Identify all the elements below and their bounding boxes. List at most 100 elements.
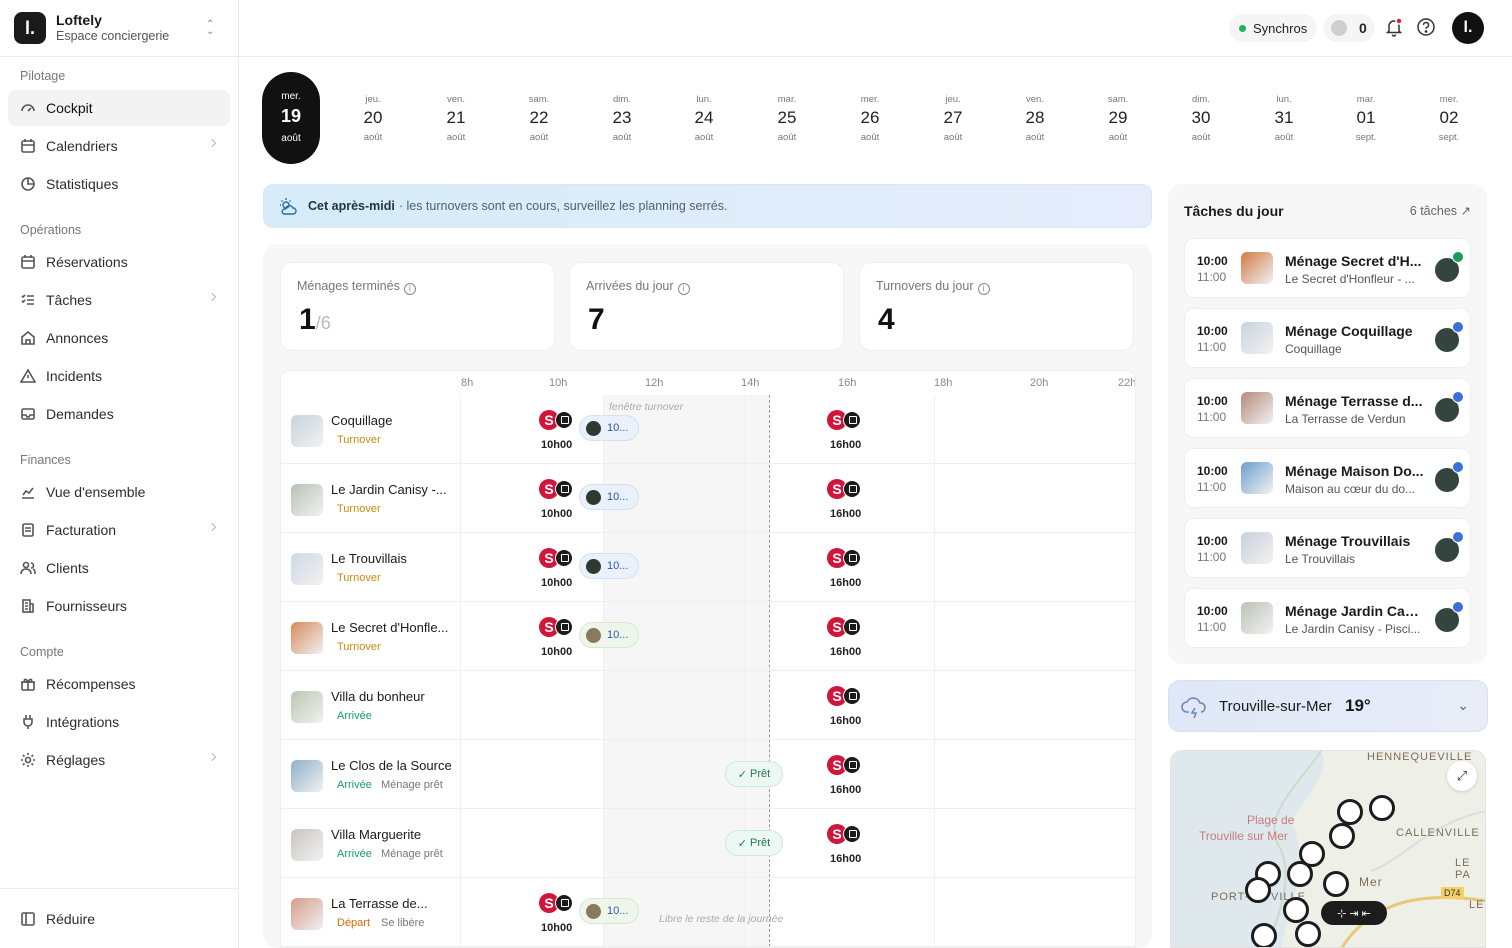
checkout-marker[interactable]: S <box>539 617 577 637</box>
date-item[interactable]: sam. 22 août <box>510 72 568 143</box>
table-row[interactable]: Le Secret d'Honfle... Turnover S 10h00 10.… <box>281 602 1135 671</box>
checkin-marker[interactable]: S <box>827 755 865 775</box>
date-item[interactable]: lun. 31 août <box>1255 72 1313 143</box>
enter-icon <box>843 756 861 774</box>
date-item[interactable]: jeu. 20 août <box>344 72 402 143</box>
sidebar-item-incidents[interactable]: Incidents <box>8 358 230 394</box>
coins-counter[interactable]: 0 <box>1323 14 1375 42</box>
info-icon[interactable]: i <box>977 283 990 295</box>
cleaning-task-pill[interactable]: 10... <box>579 553 639 579</box>
help-icon[interactable] <box>1416 17 1436 37</box>
section-operations: Opérations <box>20 223 82 237</box>
date-item[interactable]: mer. 26 août <box>841 72 899 143</box>
chevron-updown-icon[interactable]: ⌃ ⌄ <box>206 20 214 37</box>
date-item[interactable]: sam. 29 août <box>1089 72 1147 143</box>
user-avatar[interactable]: l. <box>1452 12 1484 44</box>
task-card[interactable]: 10:00 11:00 Ménage Trouvillais Le Trouvi… <box>1184 518 1471 578</box>
checkout-time: 10h00 <box>541 922 573 934</box>
map-cluster-badge[interactable]: ⊹ ⇥ ⇤ <box>1321 901 1387 925</box>
ready-badge: ✓ Prêt <box>725 830 783 856</box>
check-icon: ✓ <box>737 837 747 850</box>
checkout-marker[interactable]: S <box>539 410 577 430</box>
sidebar-item-demandes[interactable]: Demandes <box>8 396 230 432</box>
table-row[interactable]: Villa Marguerite Arrivée Ménage prêt ✓ Prê… <box>281 809 1135 878</box>
chevron-down-icon[interactable]: ⌄ <box>1457 697 1469 714</box>
sidebar-item-label: Annonces <box>46 330 109 346</box>
date-selected[interactable]: mer. 19 août <box>262 72 320 164</box>
date-item[interactable]: dim. 23 août <box>593 72 651 143</box>
date-day: 28 <box>1025 108 1045 127</box>
map-pin[interactable] <box>1287 861 1313 887</box>
sidebar-item-cockpit[interactable]: Cockpit <box>8 90 230 126</box>
bell-icon[interactable] <box>1384 17 1404 37</box>
date-item[interactable]: mer. 02 sept. <box>1420 72 1478 143</box>
checkin-marker[interactable]: S <box>827 479 865 499</box>
task-card[interactable]: 10:00 11:00 Ménage Terrasse d... La Terr… <box>1184 378 1471 438</box>
checkout-marker[interactable]: S <box>539 893 577 913</box>
workspace-switcher[interactable]: l. Loftely Espace conciergerie ⌃ ⌄ <box>0 0 238 57</box>
hour-label: 10h <box>549 377 568 389</box>
sidebar-item-taches[interactable]: Tâches <box>8 282 230 318</box>
map-pin[interactable] <box>1329 823 1355 849</box>
sidebar-item-calendriers[interactable]: Calendriers <box>8 128 230 164</box>
task-end: 11:00 <box>1197 410 1227 424</box>
tasks-count-link[interactable]: 6 tâches ↗ <box>1410 203 1471 218</box>
date-month: août <box>529 132 549 143</box>
checkout-marker[interactable]: S <box>539 548 577 568</box>
table-row[interactable]: Coquillage Turnover S 10h00 10... S 16h00 <box>281 395 1135 464</box>
sidebar-item-clients[interactable]: Clients <box>8 550 230 586</box>
sidebar-item-integrations[interactable]: Intégrations <box>8 704 230 740</box>
sync-status-button[interactable]: Synchros <box>1229 14 1318 42</box>
sidebar-item-reservations[interactable]: Réservations <box>8 244 230 280</box>
table-row[interactable]: Le Jardin Canisy -... Turnover S 10h00 10.… <box>281 464 1135 533</box>
afternoon-banner: Cet après-midi · les turnovers sont en co… <box>263 184 1152 228</box>
map-pin[interactable] <box>1295 921 1321 947</box>
sidebar-item-facturation[interactable]: Facturation <box>8 512 230 548</box>
sidebar-item-fournisseurs[interactable]: Fournisseurs <box>8 588 230 624</box>
task-card[interactable]: 10:00 11:00 Ménage Maison Do... Maison a… <box>1184 448 1471 508</box>
cleaning-task-pill[interactable]: 10... <box>579 484 639 510</box>
cleaning-task-pill[interactable]: 10... <box>579 415 639 441</box>
date-item[interactable]: jeu. 27 août <box>924 72 982 143</box>
cleaning-task-pill[interactable]: 10... <box>579 898 639 924</box>
sidebar-item-statistiques[interactable]: Statistiques <box>8 166 230 202</box>
map-pin[interactable] <box>1337 799 1363 825</box>
table-row[interactable]: Le Trouvillais Turnover S 10h00 10... S 16h… <box>281 533 1135 602</box>
map-pin[interactable] <box>1323 871 1349 897</box>
table-row[interactable]: Villa du bonheur Arrivée S 16h00 <box>281 671 1135 740</box>
checkin-marker[interactable]: S <box>827 410 865 430</box>
building-icon <box>22 599 34 613</box>
task-card[interactable]: 10:00 11:00 Ménage Coquillage Coquillage <box>1184 308 1471 368</box>
table-row[interactable]: Le Clos de la Source Arrivée Ménage prêt ✓… <box>281 740 1135 809</box>
date-item[interactable]: lun. 24 août <box>675 72 733 143</box>
map-pin[interactable] <box>1283 897 1309 923</box>
checkin-marker[interactable]: S <box>827 617 865 637</box>
weather-widget[interactable]: Trouville-sur-Mer 19° ⌄ <box>1168 680 1488 732</box>
info-icon[interactable]: i <box>403 283 416 295</box>
map-pin[interactable] <box>1251 923 1277 947</box>
task-card[interactable]: 10:00 11:00 Ménage Secret d'H... Le Secr… <box>1184 238 1471 298</box>
date-item[interactable]: ven. 21 août <box>427 72 485 143</box>
sidebar-item-recompenses[interactable]: Récompenses <box>8 666 230 702</box>
date-day: 24 <box>694 108 714 127</box>
checkin-marker[interactable]: S <box>827 686 865 706</box>
expand-icon[interactable]: ⤢ <box>1447 761 1477 791</box>
cleaning-task-pill[interactable]: 10... <box>579 622 639 648</box>
task-card[interactable]: 10:00 11:00 Ménage Jardin Can... Le Jard… <box>1184 588 1471 648</box>
sidebar-item-annonces[interactable]: Annonces <box>8 320 230 356</box>
reduce-button[interactable]: Réduire <box>8 901 230 937</box>
map-widget[interactable]: HENNEQUEVILLE Plage de Trouville sur Mer… <box>1170 750 1486 948</box>
info-icon[interactable]: i <box>677 283 690 295</box>
date-item[interactable]: mar. 25 août <box>758 72 816 143</box>
date-item[interactable]: mar. 01 sept. <box>1337 72 1395 143</box>
sidebar-item-vue-ensemble[interactable]: Vue d'ensemble <box>8 474 230 510</box>
sidebar-item-reglages[interactable]: Réglages <box>8 742 230 778</box>
map-pin[interactable] <box>1369 795 1395 821</box>
date-item[interactable]: dim. 30 août <box>1172 72 1230 143</box>
table-row[interactable]: La Terrasse de... Départ Se libère S 10h00… <box>281 878 1135 947</box>
checkin-marker[interactable]: S <box>827 824 865 844</box>
map-pin[interactable] <box>1245 877 1271 903</box>
checkin-marker[interactable]: S <box>827 548 865 568</box>
checkout-marker[interactable]: S <box>539 479 577 499</box>
date-item[interactable]: ven. 28 août <box>1006 72 1064 143</box>
